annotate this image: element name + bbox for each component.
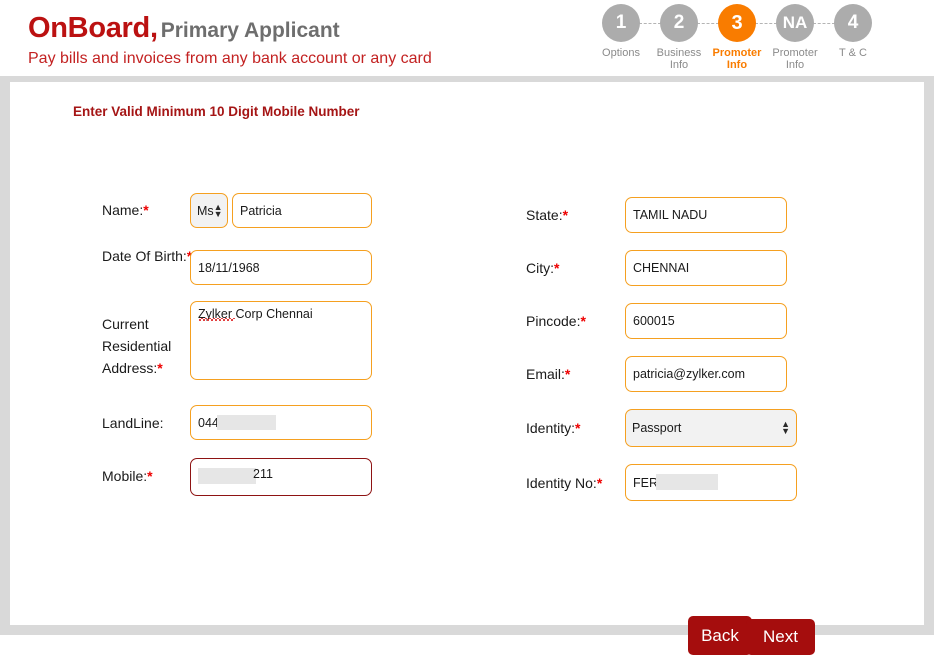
name-input[interactable] (232, 193, 372, 228)
chevron-updown-icon: ▲ ▼ (213, 201, 223, 219)
title-select-value: Ms (197, 203, 214, 218)
city-input[interactable] (625, 250, 787, 286)
label-identity-no: Identity No:* (526, 475, 603, 491)
step-4-circle: 4 (834, 4, 872, 42)
email-input[interactable] (625, 356, 787, 392)
brand-subtitle: Primary Applicant (160, 19, 340, 42)
date-of-birth-input[interactable] (190, 250, 372, 285)
identity-select[interactable]: Passport ▲ ▼ (625, 409, 797, 447)
step-2-label: Business Info (656, 47, 702, 71)
label-identity: Identity:* (526, 420, 581, 436)
step-na-circle: NA (776, 4, 814, 42)
step-3-circle: 3 (718, 4, 756, 42)
brand-name: OnBoard, (28, 12, 158, 44)
chevron-updown-icon: ▲ ▼ (781, 419, 790, 436)
label-name: Name:* (102, 202, 149, 218)
mobile-visible-digits: 211 (253, 467, 273, 481)
form-card: Enter Valid Minimum 10 Digit Mobile Numb… (10, 82, 924, 655)
step-1-label: Options (602, 47, 640, 59)
step-na-promoter-info[interactable]: NA Promoter Info (766, 4, 835, 71)
validation-notice: Enter Valid Minimum 10 Digit Mobile Numb… (73, 104, 360, 119)
back-button[interactable]: Back (688, 616, 752, 655)
identity-select-value: Passport (632, 421, 682, 435)
label-current-residential-address: Current Residential Address:* (102, 316, 172, 376)
step-na-label: Promoter Info (772, 47, 818, 71)
current-residential-address-textarea[interactable] (190, 301, 372, 380)
spellcheck-underline-icon (199, 318, 235, 321)
step-3-promoter-info[interactable]: 3 Promoter Info (708, 4, 777, 71)
progress-stepper: 1 Options 2 Business Info 3 Promoter Inf… (592, 4, 882, 71)
step-1-circle: 1 (602, 4, 640, 42)
step-2-circle: 2 (660, 4, 698, 42)
label-date-of-birth: Date Of Birth:* (102, 248, 192, 264)
step-4-label: T & C (839, 47, 867, 59)
landline-redaction (217, 415, 276, 430)
state-input[interactable] (625, 197, 787, 233)
label-landline: LandLine: (102, 415, 164, 431)
identity-no-redaction (656, 474, 718, 490)
step-connector-4 (813, 23, 835, 24)
tagline: Pay bills and invoices from any bank acc… (28, 50, 432, 67)
step-connector-2 (697, 23, 719, 24)
step-2-business-info[interactable]: 2 Business Info (650, 4, 719, 71)
label-mobile: Mobile:* (102, 468, 153, 484)
label-city: City:* (526, 260, 560, 276)
label-state: State:* (526, 207, 569, 223)
step-4-terms-conditions[interactable]: 4 T & C (824, 4, 882, 59)
app-header: OnBoard, Primary Applicant Pay bills and … (0, 0, 934, 76)
mobile-redaction (198, 468, 256, 484)
step-3-label: Promoter Info (712, 47, 762, 71)
next-button[interactable]: Next (746, 619, 815, 655)
step-connector-3 (755, 23, 777, 24)
brand-logo: OnBoard, Primary Applicant (28, 12, 340, 45)
label-pincode: Pincode:* (526, 313, 586, 329)
pincode-input[interactable] (625, 303, 787, 339)
step-connector-1 (639, 23, 661, 24)
step-1-options[interactable]: 1 Options (592, 4, 661, 59)
label-email: Email:* (526, 366, 571, 382)
title-select[interactable]: Ms ▲ ▼ (190, 193, 228, 228)
